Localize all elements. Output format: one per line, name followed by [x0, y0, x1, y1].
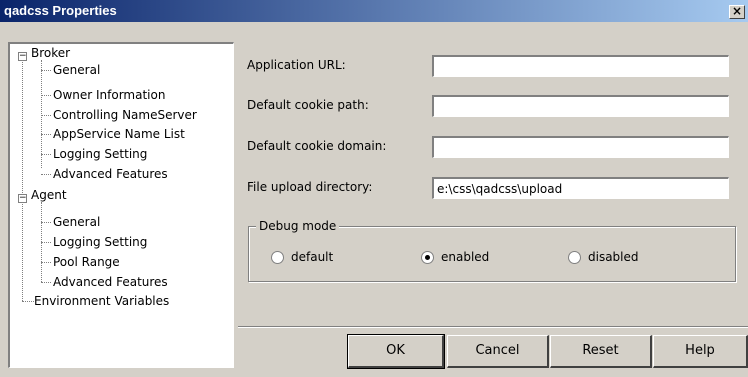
tree-line [41, 70, 51, 71]
tree-node-broker-advanced-features[interactable]: Advanced Features [53, 167, 168, 181]
debug-mode-label: Debug mode [256, 219, 340, 233]
tree-line [41, 282, 51, 283]
tree-node-environment-variables[interactable]: Environment Variables [34, 294, 169, 308]
help-button[interactable]: Help [653, 335, 748, 368]
cancel-button[interactable]: Cancel [447, 335, 549, 368]
reset-button[interactable]: Reset [550, 335, 652, 368]
close-icon: × [731, 4, 743, 18]
debug-default-label[interactable]: default [291, 250, 333, 264]
upload-directory-input[interactable]: e:\css\qadcss\upload [432, 177, 729, 199]
tree-node-broker[interactable]: Broker [31, 46, 70, 60]
cookie-path-label: Default cookie path: [247, 98, 369, 112]
tree-line [22, 301, 34, 302]
properties-dialog: qadcss Properties × − Broker General Own… [0, 0, 748, 377]
tree-line [41, 262, 51, 263]
tree-node-agent-general[interactable]: General [53, 215, 100, 229]
tree-line [41, 174, 51, 175]
debug-enabled-radio[interactable] [421, 251, 434, 264]
tree-node-agent-logging-setting[interactable]: Logging Setting [53, 235, 147, 249]
tree-node-broker-logging-setting[interactable]: Logging Setting [53, 147, 147, 161]
tree-node-owner-information[interactable]: Owner Information [53, 88, 165, 102]
cookie-path-input[interactable] [432, 95, 729, 117]
application-url-input[interactable] [432, 55, 729, 77]
application-url-label: Application URL: [247, 58, 346, 72]
tree-node-agent[interactable]: Agent [31, 188, 67, 202]
tree-line [41, 134, 51, 135]
title-bar[interactable]: qadcss Properties × [0, 0, 748, 22]
radio-selected-dot [425, 255, 430, 260]
tree-line [41, 115, 51, 116]
cookie-domain-input[interactable] [432, 136, 729, 158]
window-title: qadcss Properties [4, 3, 117, 18]
tree-line [41, 222, 51, 223]
tree-line [41, 95, 51, 96]
tree-node-broker-general[interactable]: General [53, 63, 100, 77]
settings-tree[interactable]: − Broker General Owner Information Contr… [8, 42, 234, 368]
tree-node-agent-advanced-features[interactable]: Advanced Features [53, 275, 168, 289]
tree-node-appservice-name-list[interactable]: AppService Name List [53, 127, 185, 141]
ok-button[interactable]: OK [347, 334, 445, 369]
button-separator [238, 326, 748, 328]
debug-disabled-radio[interactable] [568, 251, 581, 264]
cookie-domain-label: Default cookie domain: [247, 139, 387, 153]
tree-line [41, 242, 51, 243]
collapse-agent-icon[interactable]: − [18, 194, 27, 203]
debug-default-radio[interactable] [271, 251, 284, 264]
upload-directory-label: File upload directory: [247, 180, 373, 194]
debug-disabled-label[interactable]: disabled [588, 250, 639, 264]
collapse-broker-icon[interactable]: − [18, 52, 27, 61]
tree-line [22, 56, 23, 301]
debug-enabled-label[interactable]: enabled [441, 250, 489, 264]
close-button[interactable]: × [729, 5, 745, 19]
tree-line [41, 154, 51, 155]
tree-node-controlling-nameserver[interactable]: Controlling NameServer [53, 108, 197, 122]
tree-node-pool-range[interactable]: Pool Range [53, 255, 120, 269]
tree-line [41, 60, 42, 168]
